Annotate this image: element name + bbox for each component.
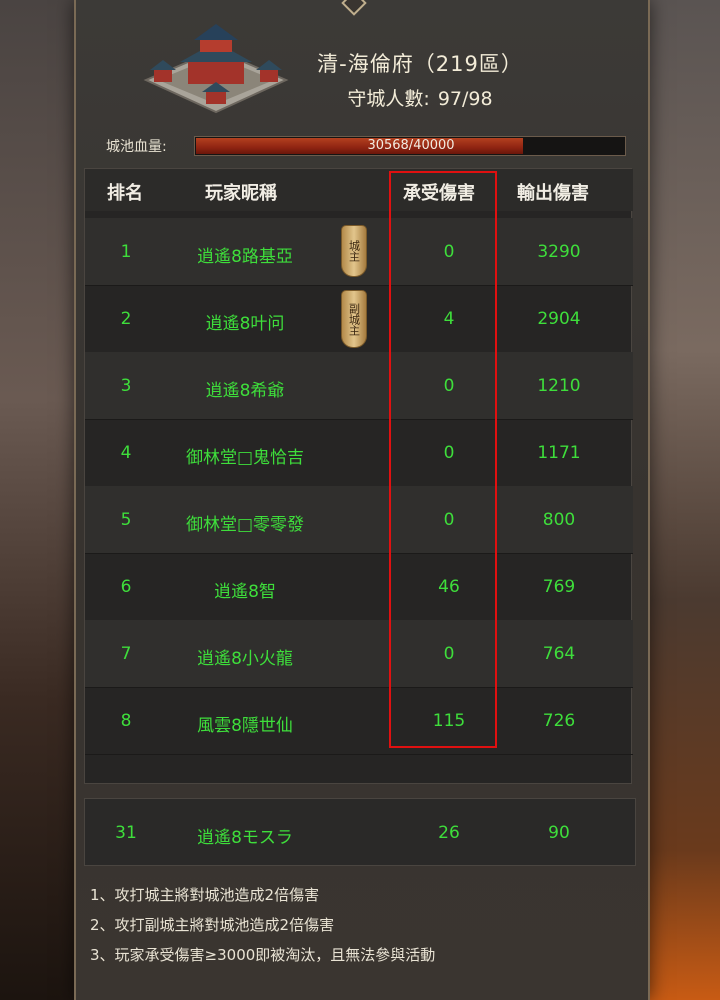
player-name-cell: 風雲8隱世仙 — [197, 716, 293, 736]
my-name-cell: 逍遙8モスラ — [197, 828, 293, 848]
rank-cell: 2 — [120, 309, 132, 329]
damage-dealt-cell: 1171 — [537, 443, 581, 463]
rank-cell: 5 — [120, 510, 132, 530]
damage-dealt-cell: 726 — [542, 711, 576, 731]
rank-cell: 6 — [120, 577, 132, 597]
damage-dealt-cell: 2904 — [537, 309, 581, 329]
table-row: 6 逍遙8智 46 769 — [85, 553, 633, 621]
my-rank-row: 31 逍遙8モスラ 26 90 — [84, 798, 636, 866]
table-row: 7 逍遙8小火龍 0 764 — [85, 620, 633, 688]
rule-item: 1、攻打城主將對城池造成2倍傷害 — [90, 886, 320, 904]
my-damage-taken-cell: 26 — [438, 823, 460, 843]
damage-dealt-cell: 3290 — [537, 242, 581, 262]
header-damage-dealt: 輸出傷害 — [517, 183, 589, 204]
background-left — [0, 0, 80, 1000]
player-name-cell: 御林堂□零零發 — [185, 515, 305, 535]
city-hp-bar: 30568/40000 — [194, 136, 626, 156]
my-damage-dealt-cell: 90 — [548, 823, 570, 843]
table-row: 4 御林堂□鬼恰吉 0 1171 — [85, 419, 633, 487]
player-name-cell: 逍遙8希爺 — [205, 381, 285, 401]
player-name-cell: 逍遙8叶问 — [205, 314, 285, 334]
rank-cell: 8 — [120, 711, 132, 731]
rules-list: 1、攻打城主將對城池造成2倍傷害 2、攻打副城主將對城池造成2倍傷害 3、玩家承… — [90, 880, 435, 970]
header-rank: 排名 — [107, 183, 143, 204]
rule-item: 3、玩家承受傷害≥3000即被淘汰，且無法參與活動 — [90, 946, 436, 964]
table-row: 2 逍遙8叶问 副城主 4 2904 — [85, 285, 633, 353]
rule-item: 2、攻打副城主將對城池造成2倍傷害 — [90, 916, 335, 934]
table-header: 排名 玩家昵稱 承受傷害 輸出傷害 — [85, 169, 633, 211]
table-row: 8 風雲8隱世仙 115 726 — [85, 687, 633, 755]
guard-count: 守城人數: 97/98 — [300, 84, 540, 111]
player-name-cell: 逍遙8路基亞 — [197, 247, 293, 267]
damage-dealt-cell: 800 — [542, 510, 576, 530]
player-name-cell: 逍遙8小火龍 — [197, 649, 293, 669]
rank-cell: 4 — [120, 443, 132, 463]
city-title: 清-海倫府（219區） — [317, 52, 523, 76]
rank-cell: 3 — [120, 376, 132, 396]
my-rank-cell: 31 — [115, 823, 137, 843]
rank-cell: 1 — [120, 242, 132, 262]
table-row: 3 逍遙8希爺 0 1210 — [85, 352, 633, 420]
city-hp-label: 城池血量: — [106, 139, 167, 155]
player-name-cell: 御林堂□鬼恰吉 — [185, 448, 305, 468]
background-right — [640, 0, 720, 1000]
player-name-cell: 逍遙8智 — [214, 582, 276, 602]
rank-cell: 7 — [120, 644, 132, 664]
table-row: 5 御林堂□零零發 0 800 — [85, 486, 633, 554]
header-player-name: 玩家昵稱 — [205, 183, 277, 204]
table-row: 1 逍遙8路基亞 城主 0 3290 — [85, 218, 633, 286]
city-hp-text: 30568/40000 — [367, 138, 455, 153]
damage-dealt-cell: 1210 — [537, 376, 581, 396]
damage-taken-highlight-box — [389, 171, 497, 748]
damage-dealt-cell: 764 — [542, 644, 576, 664]
castle-icon — [143, 24, 289, 114]
damage-dealt-cell: 769 — [542, 577, 576, 597]
ranking-table: 排名 玩家昵稱 承受傷害 輸出傷害 1 逍遙8路基亞 城主 0 3290 2 逍… — [84, 168, 633, 784]
city-lord-badge-icon: 城主 — [341, 225, 367, 277]
guard-count-value: 97/98 — [437, 88, 493, 110]
guard-count-label: 守城人數: — [347, 88, 430, 110]
vice-lord-badge-icon: 副城主 — [341, 290, 367, 348]
